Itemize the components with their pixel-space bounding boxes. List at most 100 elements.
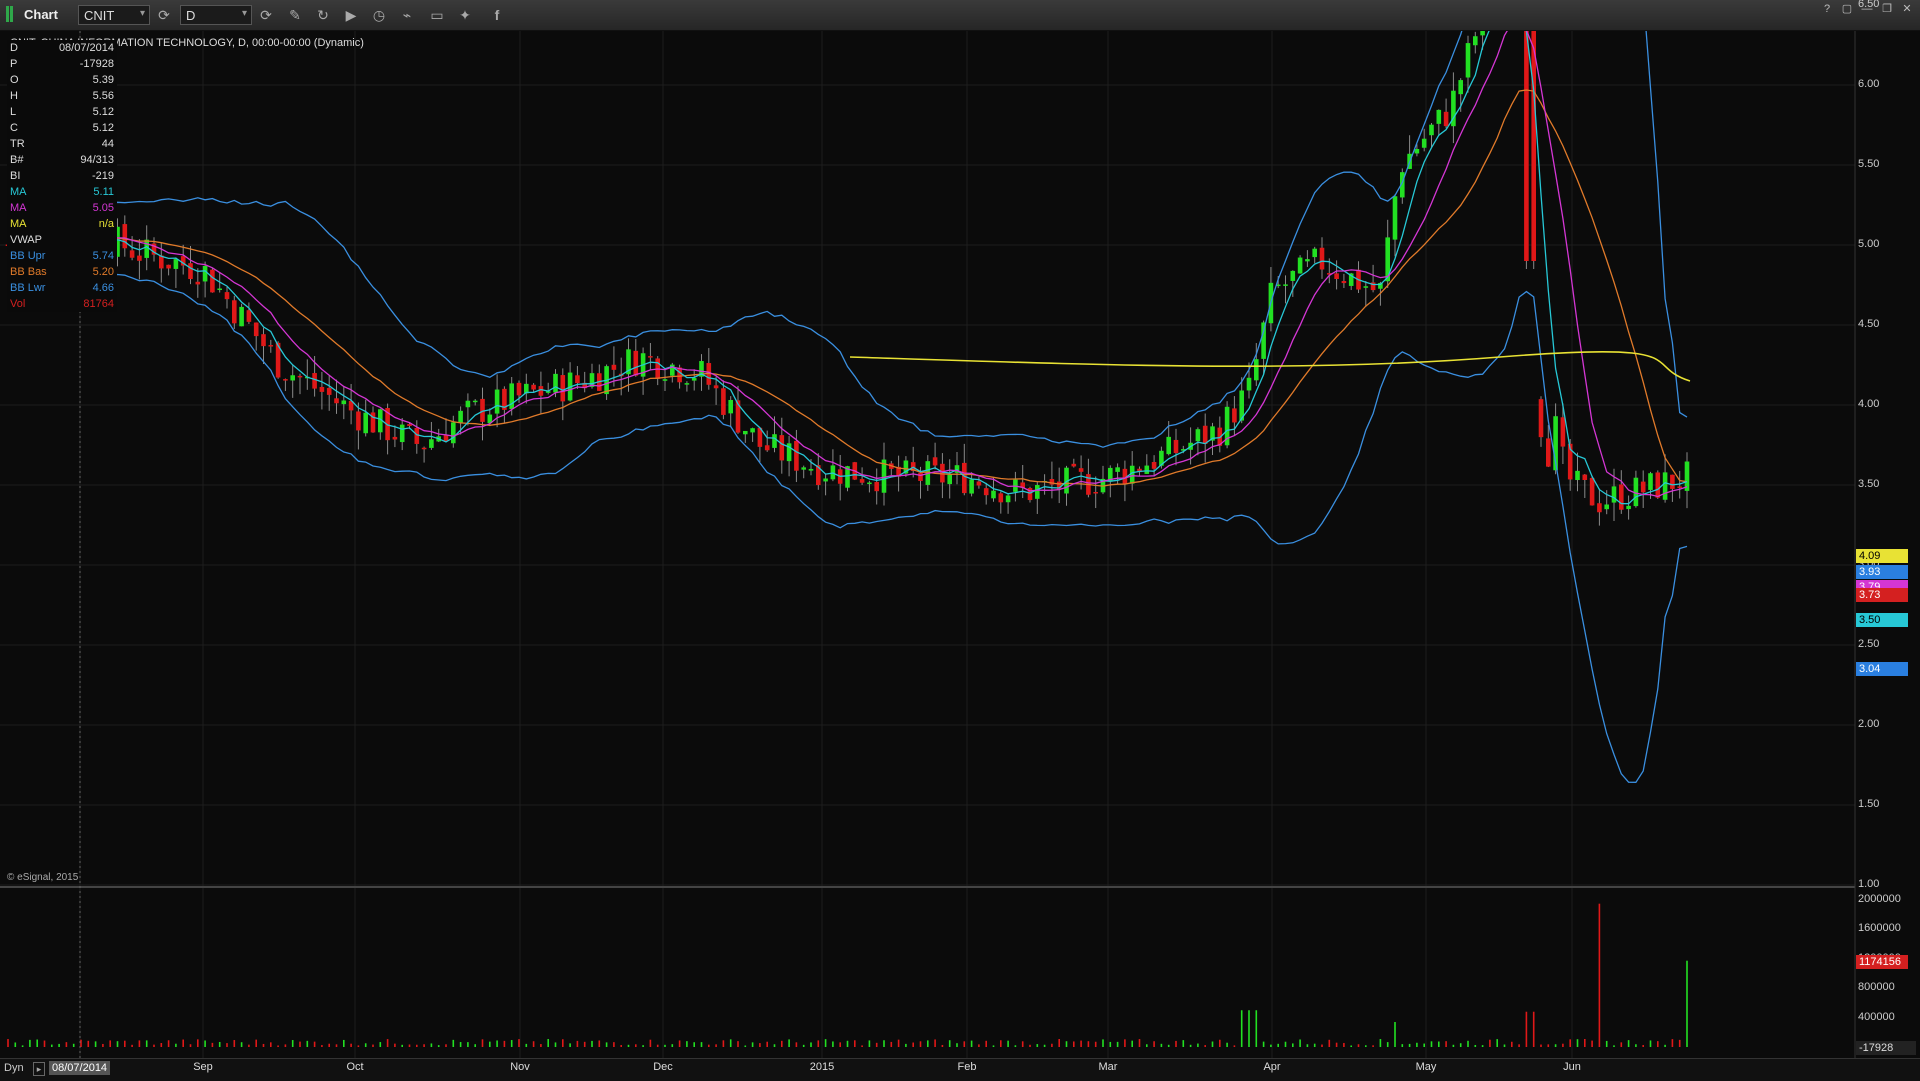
- restore-icon[interactable]: ❐: [1878, 2, 1896, 16]
- volume-bar: [525, 1043, 528, 1047]
- volume-bar: [795, 1042, 798, 1047]
- volume-bar: [591, 1040, 593, 1047]
- volume-bar: [364, 1043, 367, 1047]
- time-axis-label: 2015: [809, 1061, 835, 1073]
- volume-bar: [897, 1039, 900, 1047]
- volume-bar: [854, 1040, 856, 1047]
- price-axis-label: 2.00: [1858, 718, 1880, 730]
- data-window-row: MA 5.05: [7, 200, 117, 216]
- candle-body: [1597, 503, 1602, 513]
- volume-bar: [1211, 1041, 1214, 1047]
- volume-bar: [1343, 1042, 1345, 1047]
- candle-body: [1312, 248, 1317, 258]
- chevron-down-icon[interactable]: ▾: [242, 8, 247, 19]
- volume-bar: [1379, 1039, 1382, 1047]
- data-window-value: 81764: [83, 298, 114, 310]
- volume-bar: [715, 1044, 717, 1047]
- toggle-icon[interactable]: ▸: [33, 1062, 45, 1076]
- price-axis-label: 1.50: [1858, 798, 1880, 810]
- candle-body: [129, 250, 135, 258]
- data-window-row: C 5.12: [7, 120, 117, 136]
- volume-bar: [1313, 1043, 1316, 1047]
- volume-bar: [1591, 1040, 1593, 1047]
- refresh-icon[interactable]: ⟳: [153, 5, 175, 25]
- volume-bar: [1386, 1042, 1389, 1047]
- volume-bar: [1664, 1044, 1666, 1047]
- volume-bar: [766, 1041, 768, 1047]
- interval-refresh-icon[interactable]: ⟳: [255, 5, 277, 25]
- candle-body: [611, 364, 617, 370]
- candle-body: [750, 428, 755, 433]
- candle-body: [1429, 124, 1434, 136]
- volume-bar: [861, 1045, 863, 1047]
- volume-bar: [1408, 1043, 1411, 1047]
- close-icon[interactable]: ✕: [1898, 2, 1916, 16]
- symbol-input[interactable]: CNIT ▾: [78, 5, 150, 25]
- candle-body: [1421, 138, 1427, 148]
- volume-bar: [1065, 1041, 1068, 1047]
- data-window-key: MA: [10, 186, 27, 198]
- cycle-icon[interactable]: ↻: [312, 5, 334, 25]
- dyn-label[interactable]: Dyn: [4, 1062, 24, 1074]
- data-window-row: Vol 81764: [7, 296, 117, 312]
- volume-bar: [700, 1042, 703, 1047]
- candle-body: [633, 350, 639, 376]
- data-window-value: 5.12: [92, 122, 114, 134]
- volume-bar: [1240, 1010, 1243, 1047]
- data-window-key: D: [10, 42, 18, 54]
- float-icon[interactable]: ▢: [1838, 2, 1856, 16]
- candle-body: [947, 474, 952, 485]
- play-icon[interactable]: ▶: [340, 5, 362, 25]
- twitter-icon[interactable]: ✦: [454, 5, 476, 25]
- volume-bar: [1189, 1044, 1192, 1047]
- candle-body: [1005, 495, 1011, 503]
- data-window-value: 5.74: [92, 250, 114, 262]
- volume-bar: [941, 1044, 944, 1047]
- volume-bar: [233, 1040, 236, 1047]
- facebook-icon[interactable]: f: [486, 5, 508, 25]
- volume-axis-label: 400000: [1858, 1010, 1895, 1023]
- volume-bar: [1489, 1039, 1491, 1047]
- volume-bar: [1284, 1041, 1287, 1047]
- app-title: Chart: [24, 7, 58, 22]
- clock-icon[interactable]: ◷: [368, 5, 390, 25]
- candle-body: [122, 224, 128, 249]
- volume-bar: [1394, 1022, 1396, 1047]
- volume-bar: [1204, 1045, 1206, 1047]
- volume-bar: [1438, 1041, 1440, 1047]
- candle-body: [1202, 425, 1208, 445]
- candle-body: [399, 424, 405, 443]
- volume-bar: [510, 1040, 513, 1047]
- data-window-key: B#: [10, 154, 24, 166]
- volume-bar: [956, 1043, 958, 1047]
- volume-bar: [919, 1041, 922, 1047]
- volume-bar: [1642, 1045, 1644, 1047]
- data-window-value: 5.12: [92, 106, 114, 118]
- volume-bar: [437, 1045, 440, 1047]
- volume-bar: [1058, 1039, 1060, 1047]
- tag-icon[interactable]: ⌁: [396, 5, 418, 25]
- candle-body: [1465, 43, 1471, 78]
- candle-body: [173, 259, 179, 269]
- volume-bar: [386, 1039, 389, 1047]
- price-chart[interactable]: [0, 31, 1920, 1058]
- volume-bar: [890, 1041, 893, 1047]
- chat-icon[interactable]: ▭: [426, 5, 448, 25]
- data-window-value: 08/07/2014: [58, 42, 114, 54]
- candle-body: [1648, 473, 1653, 490]
- candle-body: [830, 465, 836, 480]
- pencil-icon[interactable]: ✎: [284, 5, 306, 25]
- candle-body: [1531, 31, 1536, 261]
- help-icon[interactable]: ?: [1818, 2, 1836, 16]
- volume-bar: [1043, 1044, 1046, 1047]
- chevron-down-icon[interactable]: ▾: [140, 8, 145, 19]
- volume-bar: [503, 1040, 506, 1047]
- volume-axis-label: 1600000: [1858, 922, 1901, 935]
- volume-bar: [1029, 1044, 1031, 1047]
- volume-bar: [605, 1042, 608, 1047]
- interval-input[interactable]: D ▾: [180, 5, 252, 25]
- volume-bar: [189, 1044, 192, 1047]
- candle-body: [1524, 31, 1529, 261]
- volume-bar: [116, 1041, 119, 1047]
- volume-bar: [109, 1040, 111, 1047]
